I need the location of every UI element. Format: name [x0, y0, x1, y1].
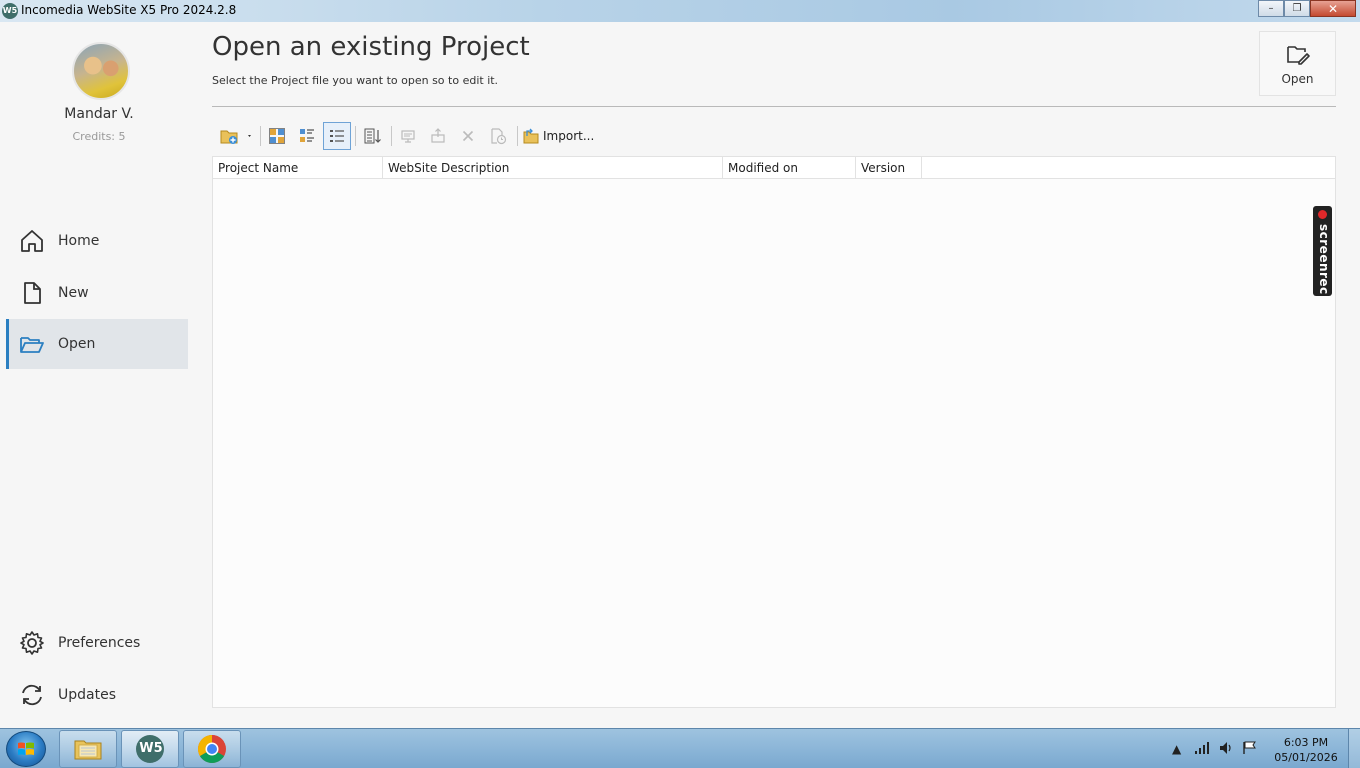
taskbar: W5 ▲ 6:03 PM 05/01/2026 [0, 728, 1360, 768]
title-bar: W5 Incomedia WebSite X5 Pro 2024.2.8 – ❐… [0, 0, 1360, 22]
project-list-header: Project Name WebSite Description Modifie… [213, 157, 1335, 179]
toolbar-separator [355, 126, 356, 146]
start-button[interactable] [6, 731, 46, 767]
maximize-button[interactable]: ❐ [1284, 0, 1310, 17]
page-title: Open an existing Project [212, 32, 530, 62]
taskbar-clock[interactable]: 6:03 PM 05/01/2026 [1258, 735, 1354, 765]
properties-icon [401, 130, 415, 143]
record-icon [1318, 210, 1327, 219]
websitex5-badge: W5 [139, 741, 163, 756]
app-icon: W5 [2, 3, 18, 19]
history-button[interactable] [484, 122, 512, 150]
column-header-website-description[interactable]: WebSite Description [383, 157, 723, 179]
sidebar-item-updates[interactable]: Updates [6, 670, 188, 720]
share-button[interactable] [424, 122, 452, 150]
properties-button[interactable] [394, 122, 422, 150]
folder-open-icon [18, 330, 46, 358]
open-button[interactable]: Open [1259, 31, 1336, 96]
toolbar: Import... [212, 120, 1336, 152]
large-icons-icon [269, 128, 285, 144]
taskbar-chrome[interactable] [183, 730, 241, 768]
column-header-modified-on[interactable]: Modified on [723, 157, 856, 179]
gear-icon [18, 629, 46, 657]
history-icon [491, 128, 507, 145]
open-file-icon [1285, 42, 1311, 66]
new-folder-dropdown[interactable] [216, 122, 256, 150]
new-file-icon [18, 279, 46, 307]
toolbar-separator [391, 126, 392, 146]
user-name: Mandar V. [64, 106, 134, 122]
toolbar-separator [517, 126, 518, 146]
window-controls: – ❐ ✕ [1258, 0, 1356, 18]
toolbar-separator [260, 126, 261, 146]
tiles-icon [300, 129, 314, 142]
refresh-icon [18, 681, 46, 709]
action-center-flag-icon[interactable] [1242, 741, 1258, 755]
avatar[interactable] [72, 42, 130, 100]
sidebar-item-label: New [58, 285, 89, 301]
home-icon [18, 227, 46, 255]
sidebar-item-new[interactable]: New [6, 268, 188, 318]
show-hidden-icons-icon[interactable]: ▲ [1172, 742, 1181, 756]
page-subtitle: Select the Project file you want to open… [212, 74, 499, 87]
sidebar-item-label: Preferences [58, 635, 141, 651]
delete-icon [462, 130, 474, 142]
show-desktop-button[interactable] [1348, 729, 1360, 768]
column-header-version[interactable]: Version [856, 157, 922, 179]
view-large-icons-button[interactable] [263, 122, 291, 150]
network-icon[interactable] [1194, 741, 1210, 755]
share-icon [431, 128, 445, 143]
volume-icon[interactable] [1218, 741, 1234, 755]
header-divider [212, 106, 1336, 107]
column-header-project-name[interactable]: Project Name [213, 157, 383, 179]
view-details-button[interactable] [323, 122, 351, 150]
taskbar-websitex5[interactable]: W5 [121, 730, 179, 768]
open-button-label: Open [1281, 72, 1314, 86]
clock-date: 05/01/2026 [1274, 751, 1338, 764]
windows-logo-icon [18, 742, 34, 755]
sidebar-item-preferences[interactable]: Preferences [6, 618, 188, 668]
view-tiles-button[interactable] [293, 122, 321, 150]
delete-button[interactable] [454, 122, 482, 150]
sidebar: Mandar V. Credits: 5 Home New Open Prefe… [0, 22, 196, 728]
folder-add-icon [220, 130, 251, 144]
user-credits: Credits: 5 [72, 130, 126, 143]
taskbar-explorer[interactable] [59, 730, 117, 768]
close-button[interactable]: ✕ [1310, 0, 1356, 17]
sidebar-item-home[interactable]: Home [6, 216, 188, 266]
import-button[interactable]: Import... [522, 122, 594, 150]
sidebar-item-open[interactable]: Open [6, 319, 188, 369]
sidebar-item-label: Open [58, 336, 96, 352]
import-label: Import... [543, 129, 595, 143]
chrome-icon [198, 735, 226, 763]
sidebar-item-label: Home [58, 233, 100, 249]
sidebar-item-label: Updates [58, 687, 116, 703]
project-list[interactable]: Project Name WebSite Description Modifie… [212, 156, 1336, 708]
import-folder-icon [523, 128, 539, 144]
screenrec-widget[interactable]: screenrec [1313, 206, 1332, 296]
explorer-icon [74, 740, 102, 760]
minimize-button[interactable]: – [1258, 0, 1284, 17]
clock-time: 6:03 PM [1283, 736, 1329, 749]
screenrec-label: screenrec [1317, 224, 1331, 295]
details-icon [330, 130, 344, 142]
window-title: Incomedia WebSite X5 Pro 2024.2.8 [21, 3, 237, 17]
sort-icon [364, 128, 381, 144]
sort-button[interactable] [359, 122, 387, 150]
